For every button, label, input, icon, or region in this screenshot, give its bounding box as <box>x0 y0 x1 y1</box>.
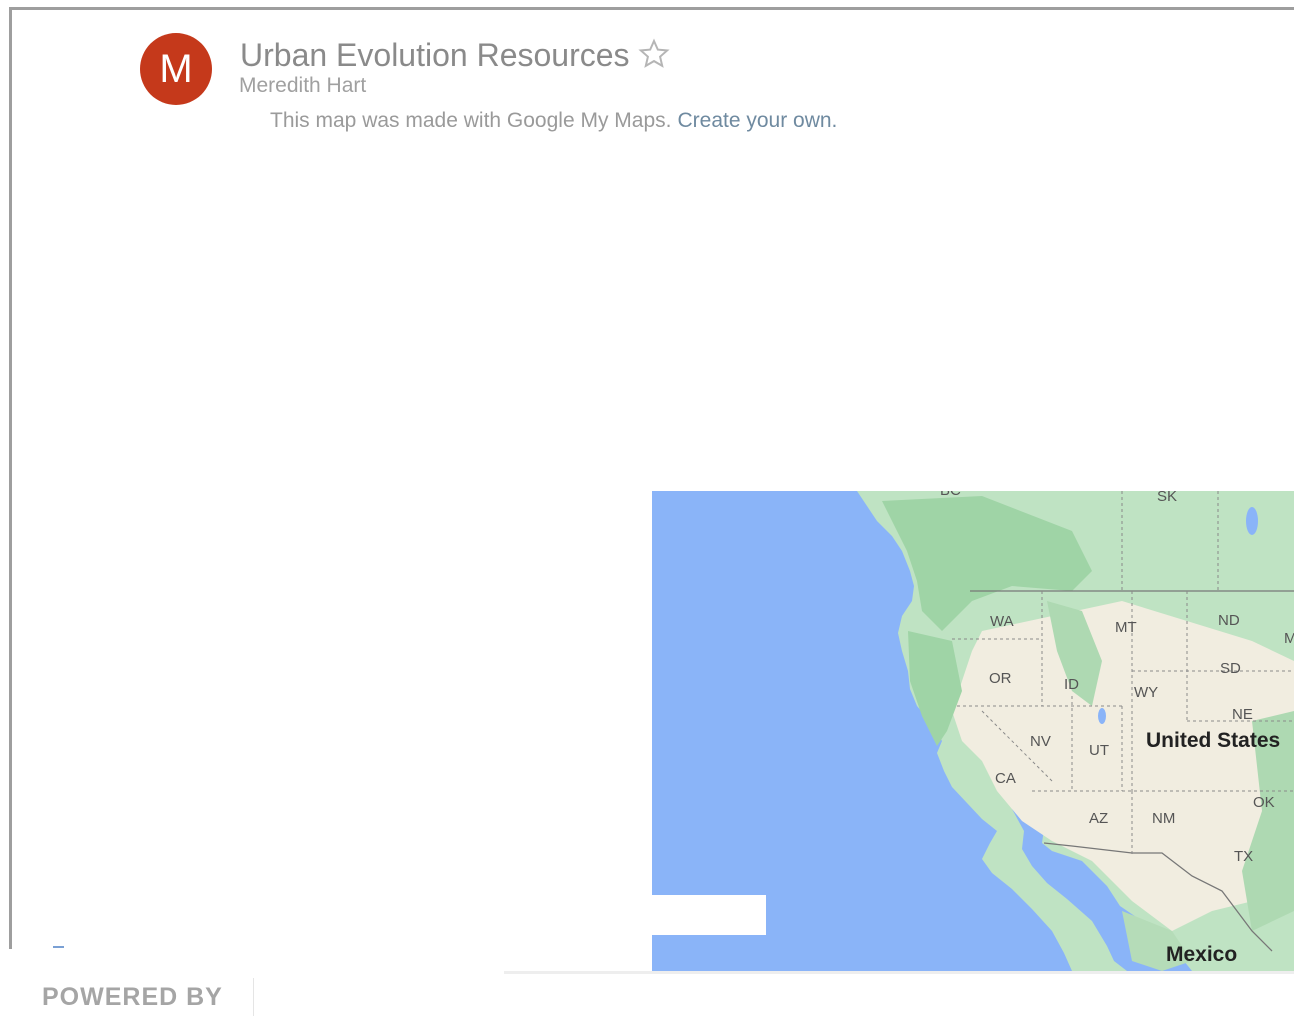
label-united-states: United States <box>1146 729 1280 752</box>
create-your-own-link[interactable]: Create your own. <box>677 109 837 132</box>
map-overlay-box <box>652 895 766 935</box>
label-ut: UT <box>1089 742 1109 759</box>
bottom-divider <box>504 971 1294 974</box>
label-nd: ND <box>1218 612 1240 629</box>
footer-divider <box>253 978 254 1016</box>
label-or: OR <box>989 670 1012 687</box>
label-nv: NV <box>1030 733 1051 750</box>
label-ne: NE <box>1232 706 1253 723</box>
map-owner: Meredith Hart <box>239 74 367 97</box>
label-mn: M <box>1284 630 1294 647</box>
label-mexico: Mexico <box>1166 943 1237 966</box>
map-title[interactable]: Urban Evolution Resources <box>240 37 630 74</box>
lake <box>1246 507 1258 535</box>
made-with-notice: This map was made with Google My Maps. Cr… <box>270 109 837 133</box>
powered-by-label: POWERED BY <box>42 983 223 1011</box>
label-az: AZ <box>1089 810 1108 827</box>
label-ca: CA <box>995 770 1016 787</box>
scroll-indicator <box>53 946 64 948</box>
label-wy: WY <box>1134 684 1158 701</box>
label-tx: TX <box>1234 848 1253 865</box>
avatar[interactable]: M <box>140 33 212 105</box>
label-mt: MT <box>1115 619 1137 636</box>
label-bc: BC <box>940 491 961 499</box>
label-wa: WA <box>990 613 1014 630</box>
star-icon[interactable] <box>637 37 671 71</box>
label-nm: NM <box>1152 810 1175 827</box>
label-ok: OK <box>1253 794 1275 811</box>
lake <box>1098 708 1106 724</box>
made-with-text: This map was made with Google My Maps. <box>270 109 672 132</box>
label-sk: SK <box>1157 491 1177 505</box>
label-sd: SD <box>1220 660 1241 677</box>
label-id: ID <box>1064 676 1079 693</box>
